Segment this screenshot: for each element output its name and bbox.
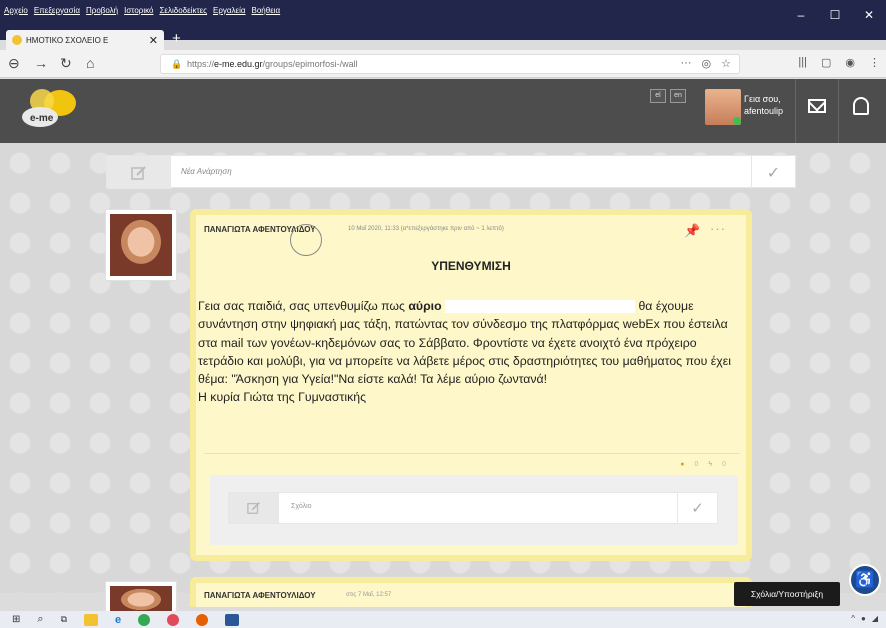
account-icon[interactable]: ◉ (845, 56, 855, 69)
menu-bookmarks[interactable]: Σελιδοδείκτες (159, 6, 207, 15)
post-author-avatar[interactable] (105, 209, 177, 281)
edit-icon (107, 156, 171, 189)
submit-post-check-icon[interactable]: ✓ (751, 156, 795, 189)
online-status-icon (733, 117, 741, 125)
tab-close-icon[interactable]: ✕ (149, 34, 158, 47)
svg-text:e-me: e-me (30, 113, 54, 124)
url-host: e-me.edu.gr (214, 59, 263, 69)
username: afentoulip (744, 106, 784, 116)
firefox-icon[interactable] (196, 613, 209, 626)
lang-el-button[interactable]: el (650, 89, 666, 103)
maximize-icon[interactable]: ☐ (818, 8, 852, 22)
post-meta: 10 Μαΐ 2020, 11:33 (α*επεξεργάστηκε πριν… (348, 226, 504, 232)
post-stats: ● 0 ϟ 0 (680, 461, 726, 468)
system-tray: ^ ● ◢ (851, 614, 878, 623)
feedback-support-button[interactable]: Σχόλια/Υποστήριξη (734, 582, 840, 606)
post-divider (204, 453, 740, 454)
user-avatar[interactable] (705, 89, 741, 125)
pocket-icon[interactable]: ◎ (702, 57, 712, 70)
header-divider (795, 79, 796, 143)
back-icon[interactable]: ⊖ (8, 55, 20, 72)
browser-tab[interactable]: ΗΜΟΤΙΚΟ ΣΧΟΛΕΙΟ Ε ✕ (6, 30, 164, 50)
post-meta: στις 7 Μαΐ, 12:57 (346, 592, 392, 598)
network-icon[interactable]: ◢ (872, 614, 878, 623)
post-body-bold: αύριο (408, 299, 442, 313)
cursor-highlight (290, 224, 322, 256)
task-view-icon[interactable]: ⧉ (61, 614, 67, 625)
bookmark-star-icon[interactable]: ☆ (721, 57, 731, 70)
menu-tools[interactable]: Εργαλεία (213, 6, 245, 15)
comments-icon[interactable]: ● (680, 461, 684, 468)
window-controls: – ☐ ✕ (784, 8, 886, 22)
url-prefix: https:// (187, 59, 215, 69)
navigation-bar: ⊖ → ↻ ⌂ 🔒 https://e-me.edu.gr/groups/epi… (0, 50, 886, 78)
microphone-icon[interactable]: ● (861, 614, 866, 623)
comment-area: Σχόλιο ✓ (210, 475, 738, 545)
tab-title: ΗΜΟΤΙΚΟ ΣΧΟΛΕΙΟ Ε (26, 35, 109, 45)
menu-bar: Αρχείο Επεξεργασία Προβολή Ιστορικό Σελι… (4, 6, 280, 15)
e-me-logo[interactable]: e-me (20, 85, 84, 131)
new-tab-button[interactable]: + (172, 30, 181, 47)
edit-icon (229, 493, 279, 523)
comment-box[interactable]: Σχόλιο ✓ (228, 492, 718, 524)
lightning-icon[interactable]: ϟ (708, 461, 712, 468)
redacted-area (445, 300, 636, 314)
close-window-icon[interactable]: ✕ (852, 8, 886, 22)
library-icon[interactable]: ||| (798, 56, 807, 69)
new-post-input[interactable]: Νέα Ανάρτηση (181, 167, 232, 176)
menu-edit[interactable]: Επεξεργασία (34, 6, 80, 15)
menu-history[interactable]: Ιστορικό (124, 6, 153, 15)
menu-file[interactable]: Αρχείο (4, 6, 28, 15)
home-icon[interactable]: ⌂ (86, 55, 94, 71)
edge-icon[interactable]: e (115, 614, 121, 626)
more-options-icon[interactable]: ··· (710, 221, 726, 236)
wall-content: Νέα Ανάρτηση ✓ ΠΑΝΑΓΙΩΤΑ ΑΦΕΝΤΟΥΛΙΔΟΥ 10… (0, 143, 886, 621)
user-greeting[interactable]: Γεια σου, afentoulip (744, 93, 783, 117)
forward-icon[interactable]: → (34, 55, 48, 71)
post-signature: Η κυρία Γιώτα της Γυμναστικής (198, 390, 367, 405)
page-actions-icon[interactable]: ··· (681, 57, 692, 70)
sidebar-icon[interactable]: ▢ (821, 56, 831, 69)
lock-icon: 🔒 (171, 59, 183, 69)
minimize-icon[interactable]: – (784, 8, 818, 22)
url-bar[interactable]: 🔒 https://e-me.edu.gr/groups/epimorfosi-… (160, 54, 740, 74)
app-icon[interactable] (167, 613, 180, 626)
menu-overflow-icon[interactable]: ⋮ (869, 56, 880, 69)
accessibility-icon[interactable]: ♿ (849, 564, 881, 596)
menu-view[interactable]: Προβολή (86, 6, 118, 15)
post-body: Γεια σας παιδιά, σας υπενθυμίζω πως αύρι… (198, 297, 738, 407)
new-post-box[interactable]: Νέα Ανάρτηση ✓ (106, 155, 796, 189)
likes-count: 0 (722, 461, 726, 468)
mail-icon[interactable] (808, 99, 826, 113)
post-body-start: Γεια σας παιδιά, σας υπενθυμίζω πως (198, 299, 409, 313)
bell-icon[interactable] (853, 97, 869, 115)
search-icon[interactable]: ⌕ (37, 613, 43, 626)
file-explorer-icon[interactable] (84, 613, 98, 626)
tray-chevron-icon[interactable]: ^ (851, 614, 855, 623)
url-path: /groups/epimorfosi-/wall (262, 59, 358, 69)
header-divider (838, 79, 839, 143)
submit-comment-check-icon[interactable]: ✓ (677, 493, 717, 523)
windows-start-icon[interactable]: ⊞ (12, 614, 20, 625)
post-card: ΠΑΝΑΓΙΩΤΑ ΑΦΕΝΤΟΥΛΙΔΟΥ στις 7 Μαΐ, 12:57 (190, 577, 752, 607)
word-icon[interactable] (225, 613, 240, 626)
favicon-icon (12, 35, 22, 45)
chrome-icon[interactable] (138, 613, 151, 626)
menu-help[interactable]: Βοήθεια (252, 6, 281, 15)
site-header: e-me el en Γεια σου, afentoulip (0, 79, 886, 143)
taskbar: ⊞ ⌕ ⧉ e ^ ● ◢ (0, 611, 886, 628)
pin-icon[interactable]: 📌 (684, 223, 700, 239)
reload-icon[interactable]: ↻ (60, 55, 72, 72)
post-card: ΠΑΝΑΓΙΩΤΑ ΑΦΕΝΤΟΥΛΙΔΟΥ 10 Μαΐ 2020, 11:3… (190, 209, 752, 561)
post-title: ΥΠΕΝΘΥΜΙΣΗ (431, 259, 511, 273)
greeting-text: Γεια σου, (744, 94, 781, 104)
post-author[interactable]: ΠΑΝΑΓΙΩΤΑ ΑΦΕΝΤΟΥΛΙΔΟΥ (204, 591, 316, 600)
lang-en-button[interactable]: en (670, 89, 686, 103)
comments-count: 0 (694, 461, 699, 468)
comment-input[interactable]: Σχόλιο (291, 503, 312, 510)
